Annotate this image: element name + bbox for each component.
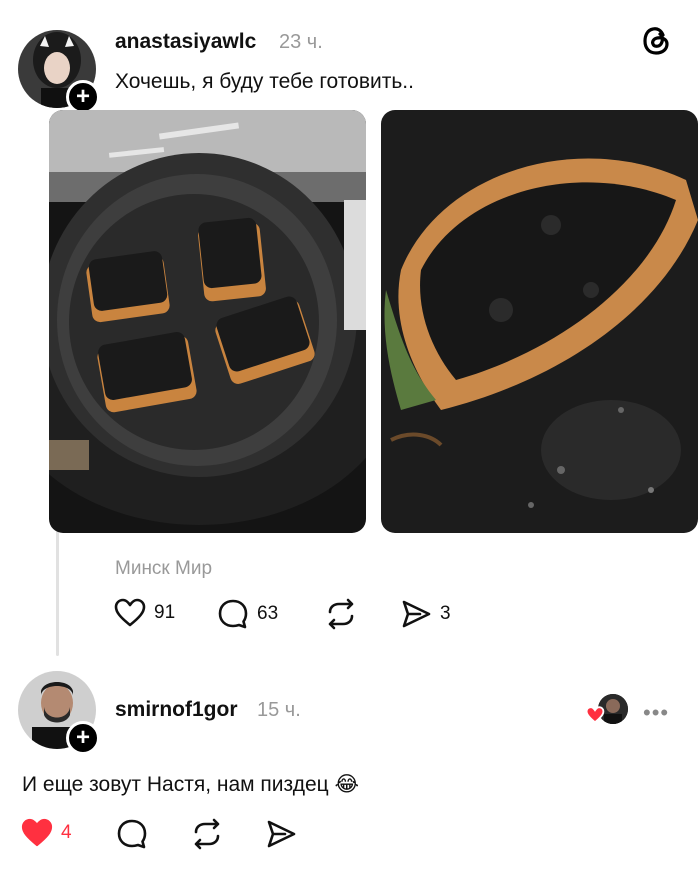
post-photo-2[interactable] [381,110,698,533]
reply-like-button[interactable]: 4 [21,818,72,848]
liker-heart-icon [585,706,605,729]
repost-icon [328,598,354,630]
reply-follow-plus-icon[interactable]: + [66,721,100,755]
reply-time: 15 ч. [257,699,301,721]
post-location[interactable]: Минск Мир [115,558,212,580]
threads-logo-icon[interactable] [640,24,672,63]
reply-repost-button[interactable] [191,818,223,850]
post-repost-button[interactable] [325,598,357,630]
post-like-count: 91 [154,602,176,623]
post-username[interactable]: anastasiyawlc [115,30,256,54]
reply-username[interactable]: smirnof1gor [115,698,238,722]
reply-comment-button[interactable] [116,818,148,850]
heart-icon [114,598,146,627]
post-like-button[interactable]: 91 [114,598,175,628]
post-share-button[interactable]: 3 [400,598,451,630]
post-time: 23 ч. [279,31,323,53]
comment-icon [218,599,248,629]
reply-text: И еще зовут Настя, нам пиздец 😂 [22,773,360,796]
post-comment-button[interactable]: 63 [217,598,278,630]
post-text: Хочешь, я буду тебе готовить.. [115,70,414,93]
reply-like-count: 4 [61,822,72,843]
post-share-count: 3 [440,603,451,624]
comment-icon [117,819,147,849]
share-icon [267,820,296,848]
reply-share-button[interactable] [265,818,297,850]
post-photo-1[interactable] [49,110,366,533]
follow-plus-icon[interactable]: + [66,80,100,114]
more-options-icon[interactable]: ••• [643,700,669,726]
repost-icon [194,818,220,850]
post-comment-count: 63 [257,603,279,624]
heart-filled-icon [21,818,53,847]
share-icon [402,600,431,628]
